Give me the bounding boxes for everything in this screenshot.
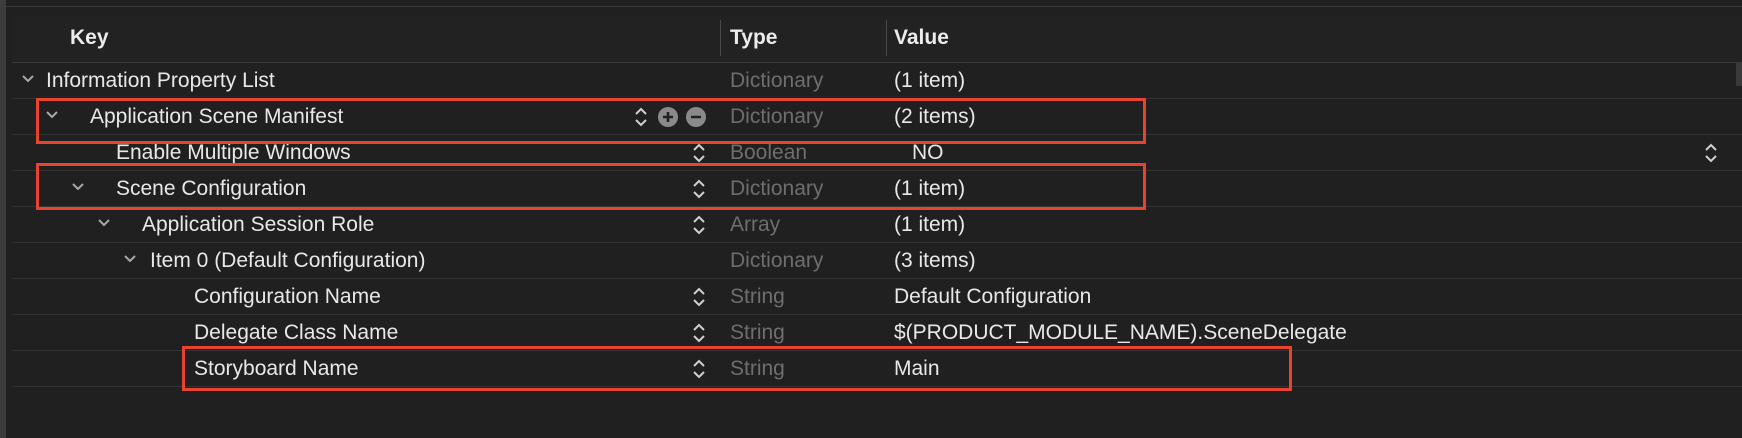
row-value[interactable]: Default Configuration bbox=[894, 285, 1091, 309]
plist-editor: Key Type Value Information Property List… bbox=[0, 0, 1742, 438]
up-down-stepper-icon[interactable] bbox=[692, 141, 706, 165]
row-value[interactable]: (3 items) bbox=[894, 249, 976, 273]
up-down-stepper-icon[interactable] bbox=[1704, 141, 1718, 165]
up-down-stepper-icon[interactable] bbox=[692, 285, 706, 309]
row-type[interactable]: Array bbox=[730, 213, 780, 237]
row-key: Enable Multiple Windows bbox=[116, 141, 351, 164]
row-key: Configuration Name bbox=[194, 285, 381, 308]
up-down-stepper-icon[interactable] bbox=[692, 213, 706, 237]
chevron-down-icon[interactable] bbox=[20, 69, 36, 85]
row-key: Delegate Class Name bbox=[194, 321, 399, 344]
table-row[interactable]: Item 0 (Default Configuration) Dictionar… bbox=[12, 243, 1742, 279]
column-divider[interactable] bbox=[886, 20, 887, 56]
column-header-key[interactable]: Key bbox=[70, 26, 109, 50]
row-key: Information Property List bbox=[46, 69, 275, 92]
up-down-stepper-icon[interactable] bbox=[692, 321, 706, 345]
row-type[interactable]: Dictionary bbox=[730, 249, 823, 273]
row-type[interactable]: String bbox=[730, 321, 785, 345]
row-value[interactable]: NO bbox=[912, 141, 944, 165]
row-key: Application Session Role bbox=[142, 213, 375, 236]
row-type[interactable]: Boolean bbox=[730, 141, 807, 165]
chevron-down-icon[interactable] bbox=[122, 249, 138, 265]
table-row[interactable]: Application Session Role Array (1 item) bbox=[12, 207, 1742, 243]
row-value[interactable]: (1 item) bbox=[894, 213, 965, 237]
top-divider bbox=[6, 6, 1742, 7]
row-type[interactable]: String bbox=[730, 285, 785, 309]
highlight-box bbox=[36, 98, 1146, 144]
row-type[interactable]: Dictionary bbox=[730, 69, 823, 93]
table-row[interactable]: Information Property List Dictionary (1 … bbox=[12, 63, 1742, 99]
highlight-box bbox=[36, 163, 1146, 210]
row-value[interactable]: $(PRODUCT_MODULE_NAME).SceneDelegate bbox=[894, 321, 1347, 345]
column-header-type[interactable]: Type bbox=[730, 26, 777, 50]
column-header-value[interactable]: Value bbox=[894, 26, 949, 50]
row-key: Item 0 (Default Configuration) bbox=[150, 249, 426, 272]
column-divider[interactable] bbox=[720, 20, 721, 56]
row-value[interactable]: (1 item) bbox=[894, 69, 965, 93]
table-row[interactable]: Configuration Name String Default Config… bbox=[12, 279, 1742, 315]
highlight-box bbox=[182, 346, 1292, 391]
column-header: Key Type Value bbox=[12, 16, 1742, 63]
chevron-down-icon[interactable] bbox=[96, 213, 112, 229]
